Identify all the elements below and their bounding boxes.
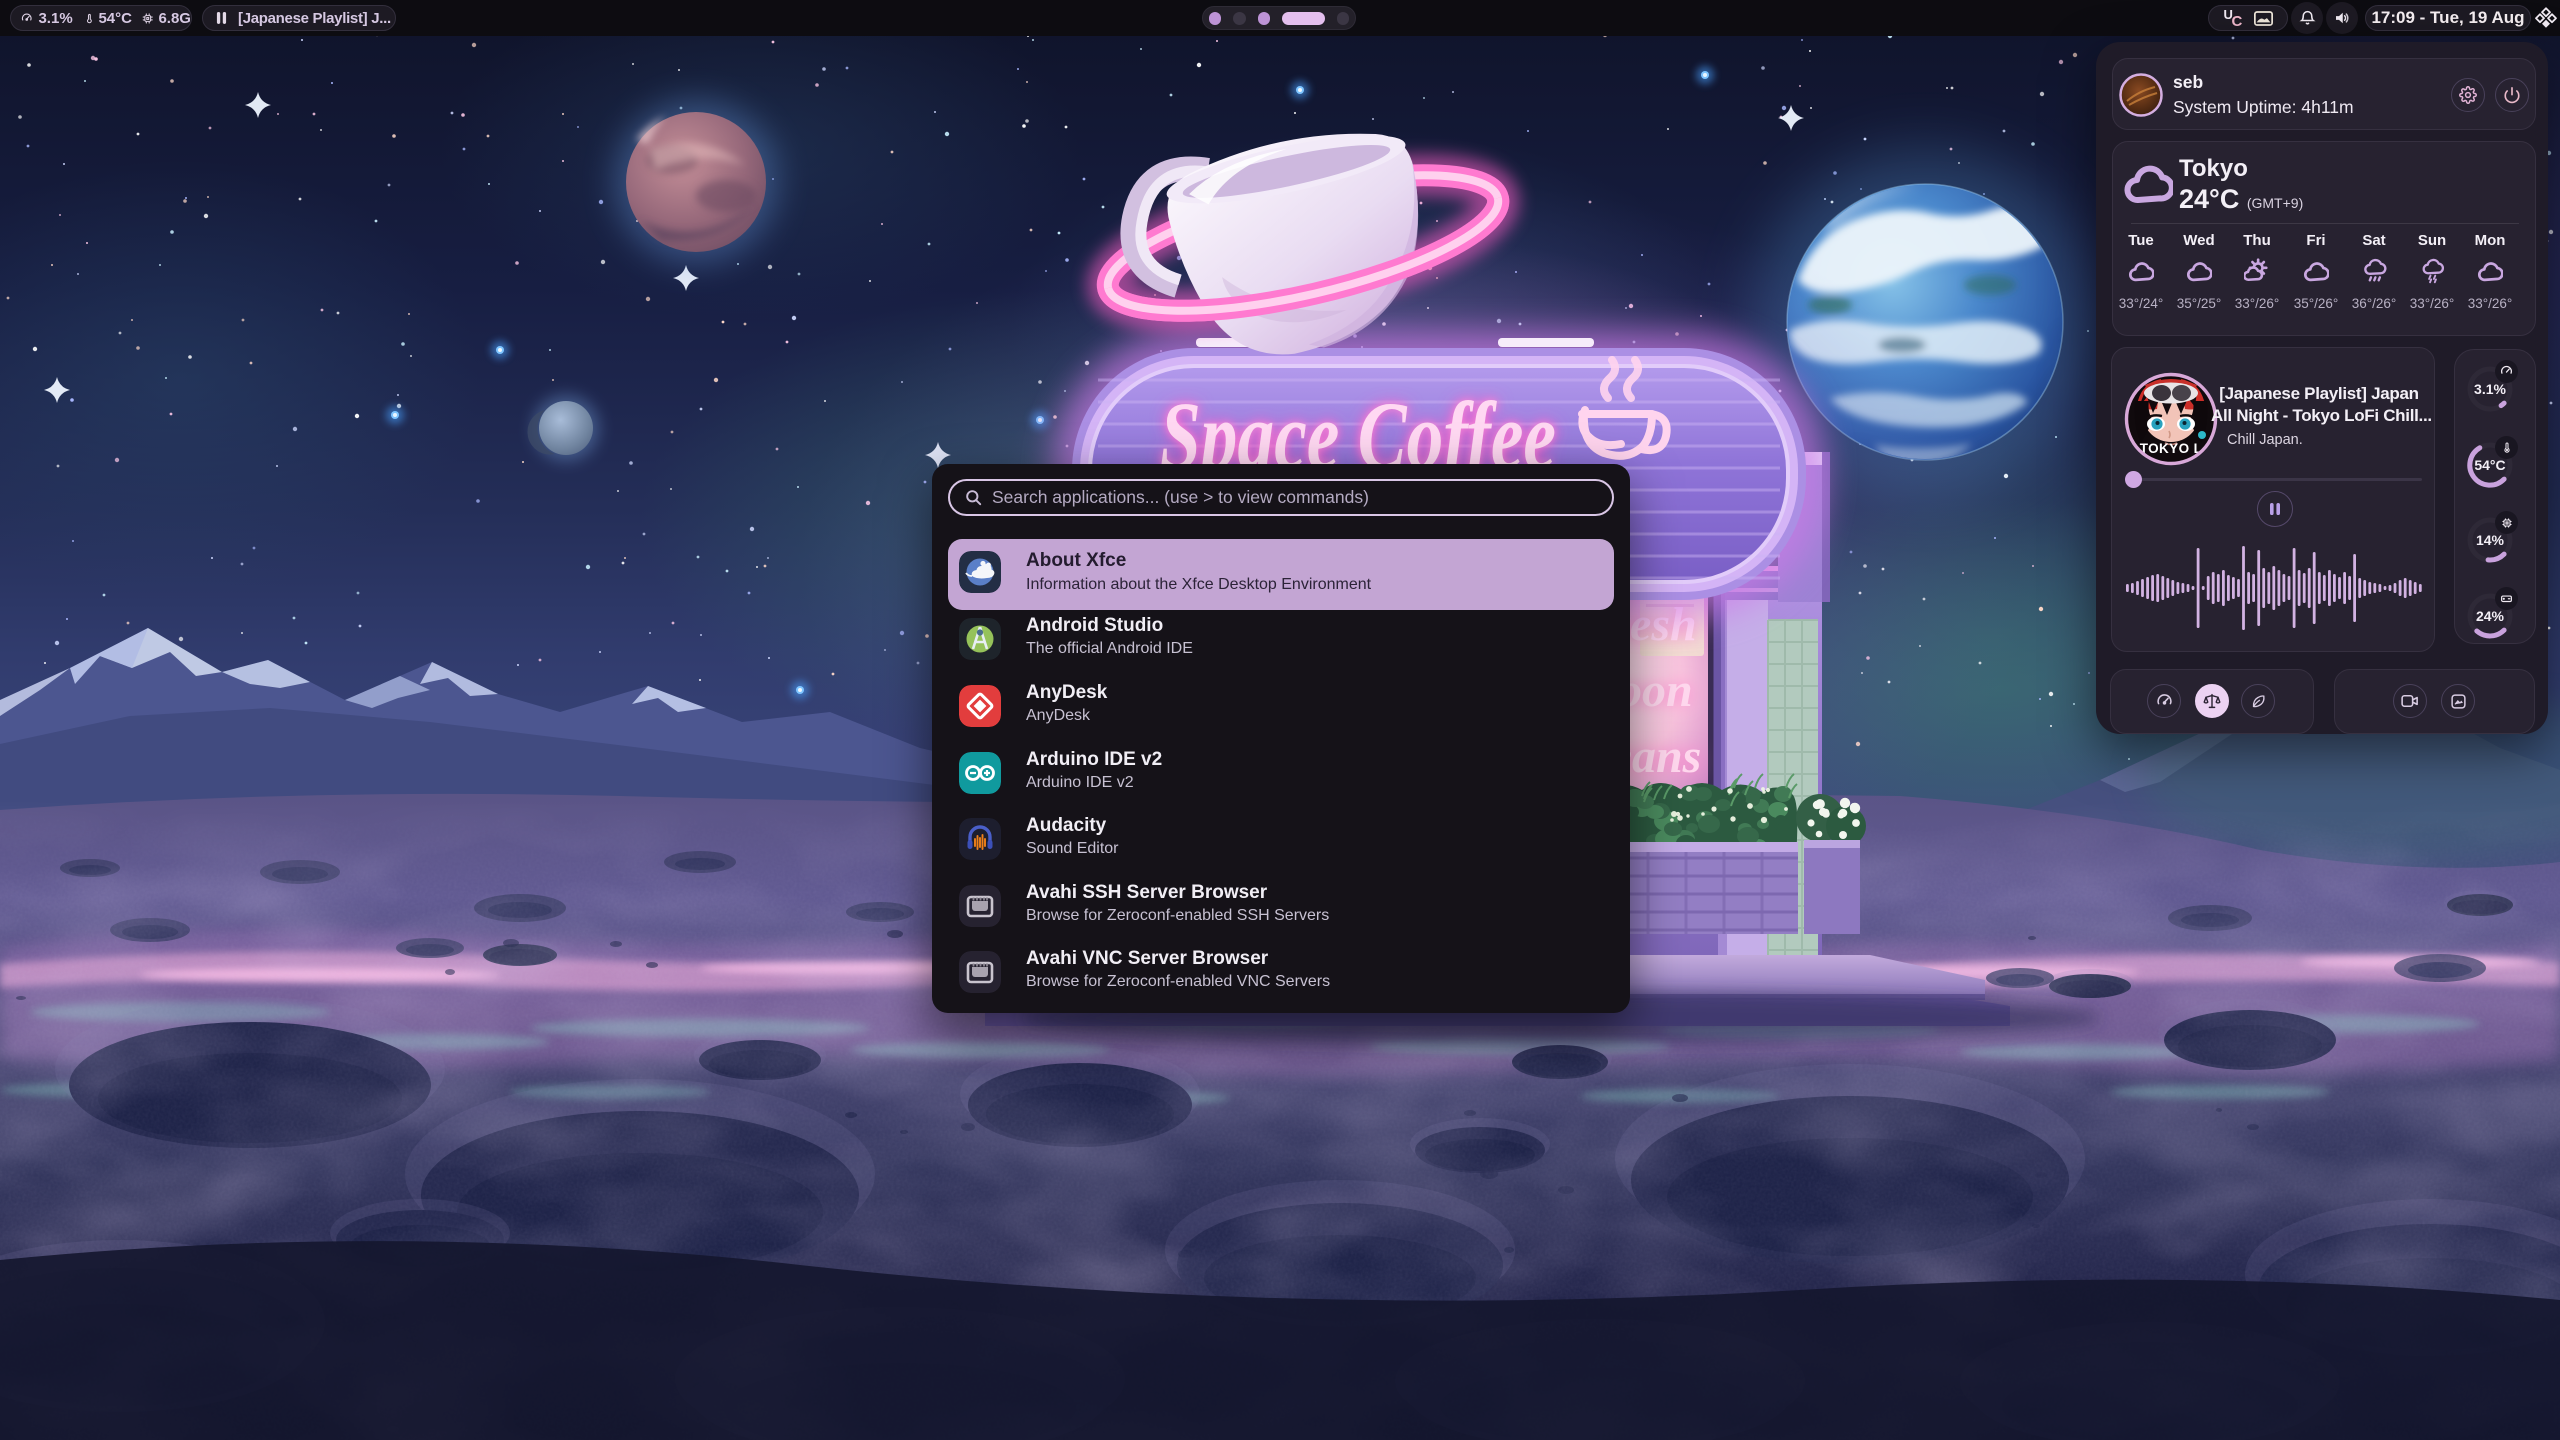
svg-text:TOKYO L: TOKYO L: [2140, 441, 2203, 456]
